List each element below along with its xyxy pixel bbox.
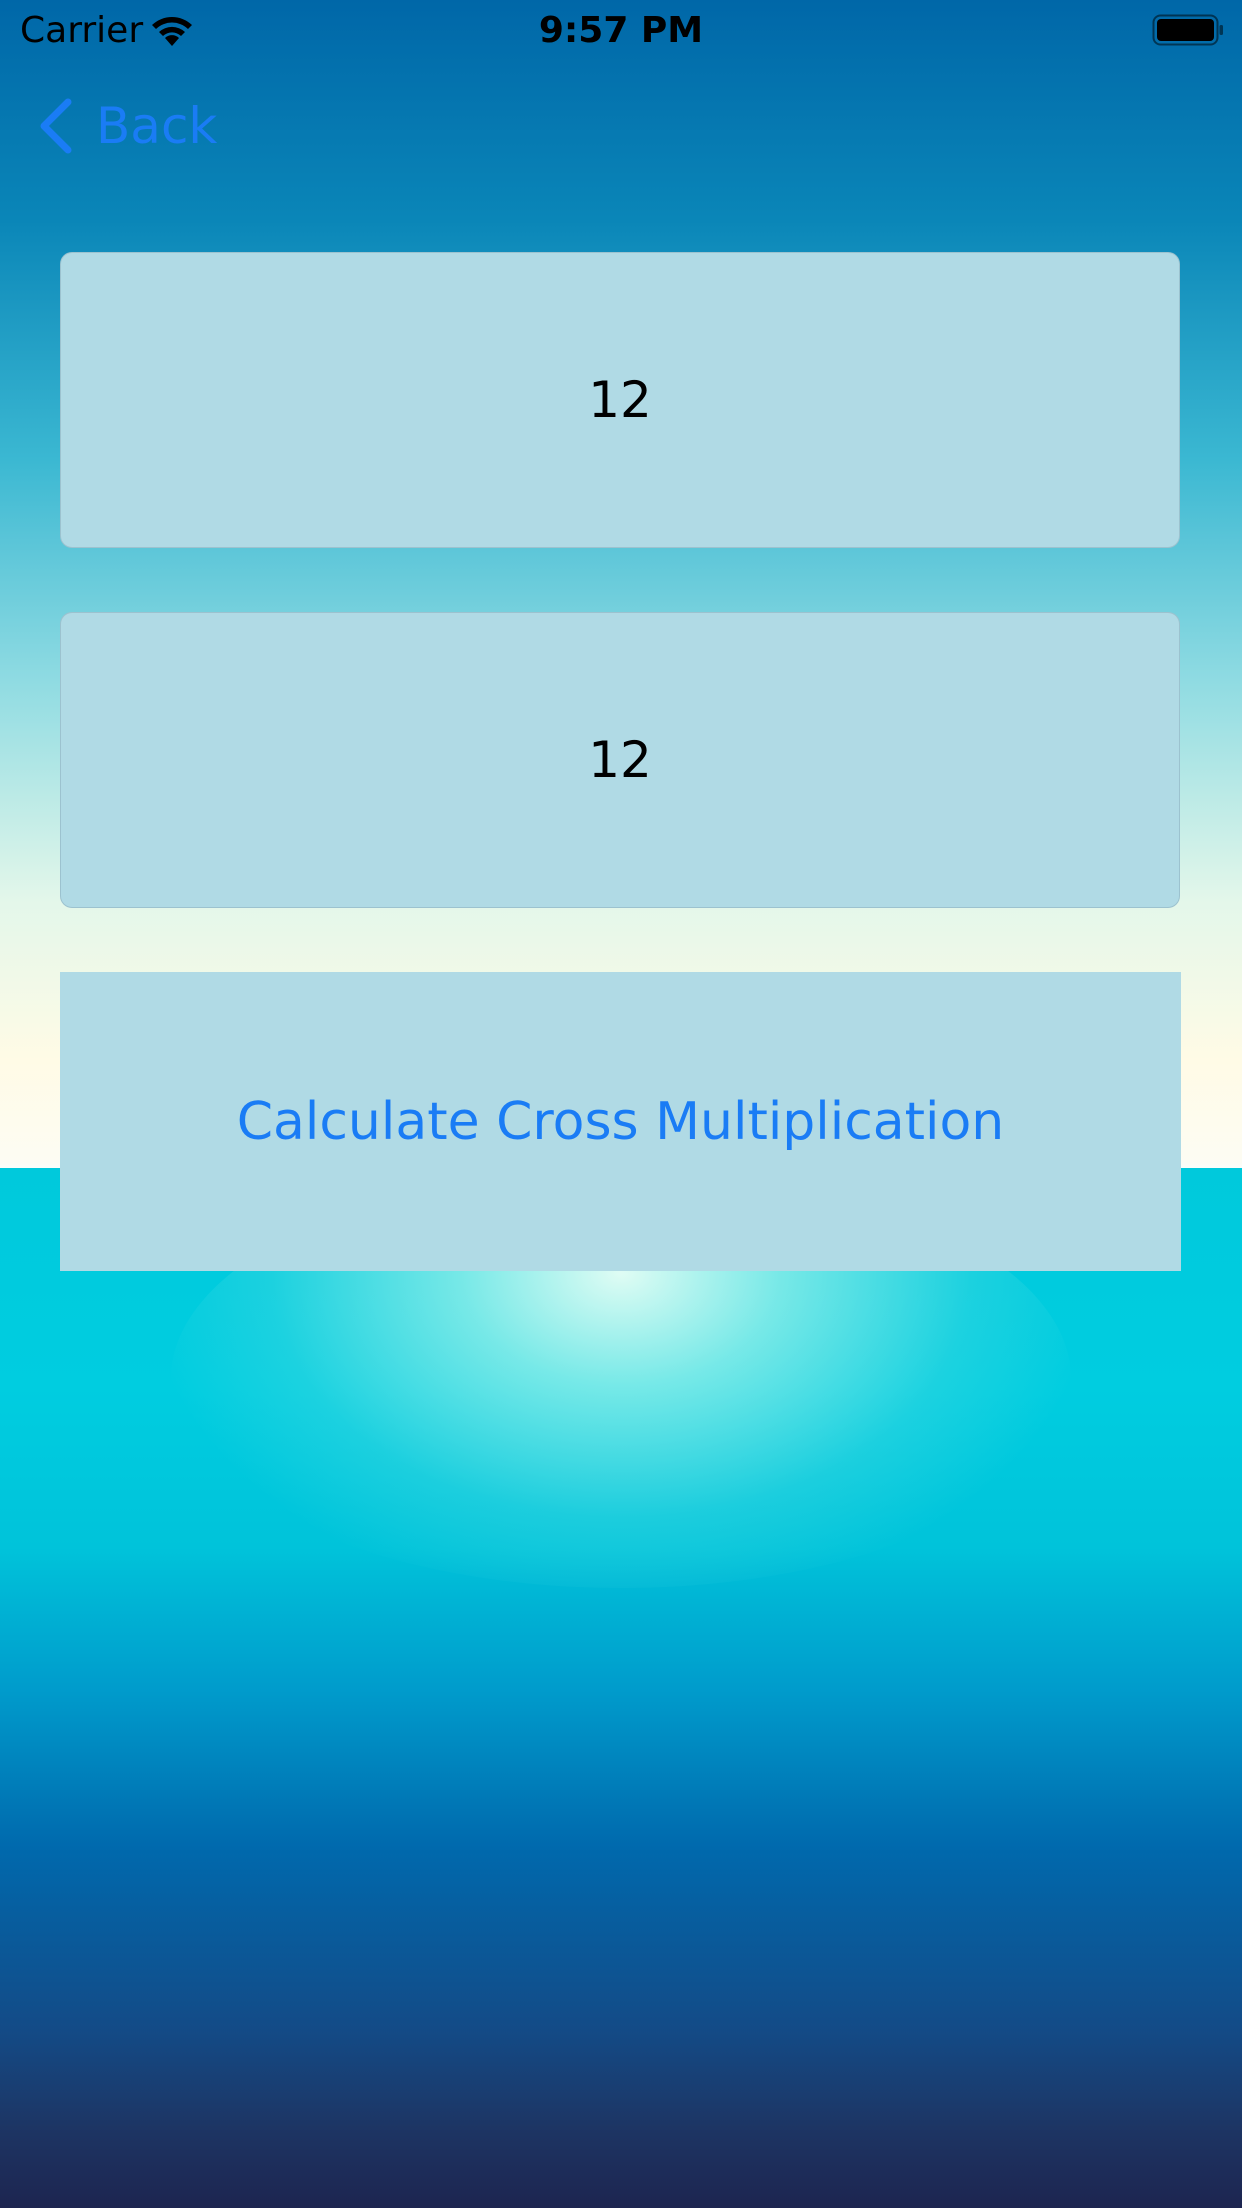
battery-icon — [1152, 14, 1223, 46]
status-bar: Carrier 9:57 PM — [0, 0, 1242, 62]
back-button[interactable]: Back — [36, 92, 217, 160]
background-water — [0, 1168, 1242, 2208]
first-number-input[interactable] — [61, 252, 1179, 548]
second-number-field[interactable] — [60, 612, 1180, 908]
first-number-field[interactable] — [60, 252, 1180, 548]
second-number-input[interactable] — [61, 612, 1179, 908]
calculate-button-label: Calculate Cross Multiplication — [236, 1091, 1005, 1152]
chevron-left-icon — [40, 98, 72, 154]
status-time: 9:57 PM — [538, 10, 704, 51]
back-label: Back — [96, 97, 218, 155]
calculate-button[interactable]: Calculate Cross Multiplication — [60, 972, 1181, 1271]
